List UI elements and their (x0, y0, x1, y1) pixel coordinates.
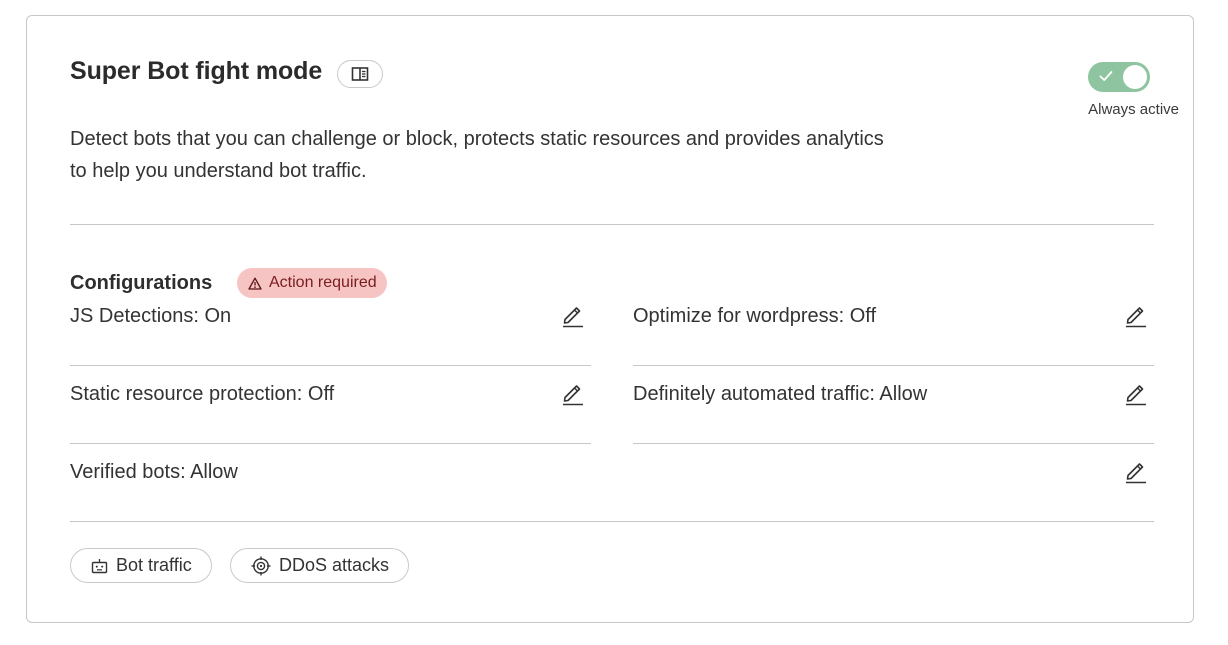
bot-traffic-label: Bot traffic (116, 555, 192, 575)
ddos-attacks-label: DDoS attacks (279, 555, 390, 575)
page-title: Super Bot fight mode (70, 57, 323, 85)
edit-pencil-icon[interactable] (1124, 380, 1148, 406)
setting-label: Definitely automated traffic: Allow (633, 383, 928, 405)
book-icon (351, 67, 369, 81)
setting-optimize-wordpress: Optimize for wordpress: Off (633, 288, 1154, 366)
setting-label: JS Detections: On (70, 305, 232, 327)
check-icon (1099, 71, 1113, 81)
setting-label: Verified bots: Allow (70, 461, 238, 483)
bot-traffic-link[interactable]: Bot traffic (70, 548, 212, 583)
robot-icon (91, 558, 108, 573)
edit-pencil-icon[interactable] (1124, 458, 1148, 484)
edit-pencil-icon[interactable] (561, 380, 585, 406)
setting-verified-bots: Verified bots: Allow (70, 444, 1154, 522)
setting-label: Optimize for wordpress: Off (633, 305, 877, 327)
documentation-button[interactable] (337, 60, 383, 88)
toggle-knob (1123, 65, 1147, 89)
target-icon (251, 556, 271, 575)
always-active-toggle[interactable] (1088, 62, 1150, 92)
setting-js-detections: JS Detections: On (70, 288, 591, 366)
setting-static-resource-protection: Static resource protection: Off (70, 366, 591, 444)
setting-definitely-automated-traffic: Definitely automated traffic: Allow (633, 366, 1154, 444)
toggle-status-label: Always active (1088, 101, 1179, 118)
section-divider (70, 224, 1154, 225)
super-bot-fight-mode-card: Super Bot fight mode Always active Detec… (26, 15, 1194, 623)
setting-label: Static resource protection: Off (70, 383, 335, 405)
ddos-attacks-link[interactable]: DDoS attacks (230, 548, 410, 583)
edit-pencil-icon[interactable] (561, 302, 585, 328)
edit-pencil-icon[interactable] (1124, 302, 1148, 328)
card-description: Detect bots that you can challenge or bl… (70, 128, 884, 182)
